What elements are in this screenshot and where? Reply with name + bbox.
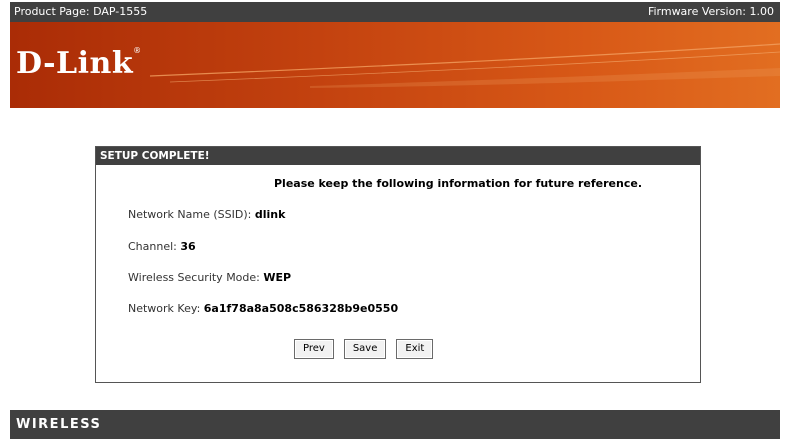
firmware-version-label: Firmware Version: 1.00 bbox=[647, 5, 774, 18]
dlink-logo: D-Link® bbox=[16, 46, 142, 81]
channel-row: Channel: 36 bbox=[128, 240, 196, 253]
security-mode-value: WEP bbox=[263, 271, 292, 284]
channel-value: 36 bbox=[180, 240, 196, 253]
footer-bar: WIRELESS bbox=[10, 410, 780, 439]
save-button[interactable]: Save bbox=[343, 339, 387, 359]
security-mode-label: Wireless Security Mode: bbox=[128, 271, 264, 284]
network-key-value: 6a1f78a8a508c586328b9e0550 bbox=[203, 302, 399, 315]
ssid-label: Network Name (SSID): bbox=[128, 208, 255, 221]
prev-button[interactable]: Prev bbox=[294, 339, 334, 359]
action-buttons: Prev Save Exit bbox=[294, 336, 443, 359]
panel-title: SETUP COMPLETE! bbox=[96, 147, 700, 165]
setup-complete-panel: SETUP COMPLETE! Please keep the followin… bbox=[95, 146, 701, 383]
wireless-label: WIRELESS bbox=[16, 417, 102, 432]
header-banner: D-Link® bbox=[10, 22, 780, 108]
security-mode-row: Wireless Security Mode: WEP bbox=[128, 271, 291, 284]
ssid-row: Network Name (SSID): dlink bbox=[128, 208, 285, 221]
top-bar: Product Page: DAP-1555 Firmware Version:… bbox=[10, 2, 780, 22]
exit-button[interactable]: Exit bbox=[396, 339, 434, 359]
product-page-label: Product Page: DAP-1555 bbox=[14, 5, 148, 18]
ssid-value: dlink bbox=[254, 208, 286, 221]
network-key-label: Network Key: bbox=[128, 302, 204, 315]
network-key-row: Network Key: 6a1f78a8a508c586328b9e0550 bbox=[128, 302, 398, 315]
reference-notice: Please keep the following information fo… bbox=[273, 177, 642, 190]
channel-label: Channel: bbox=[128, 240, 181, 253]
